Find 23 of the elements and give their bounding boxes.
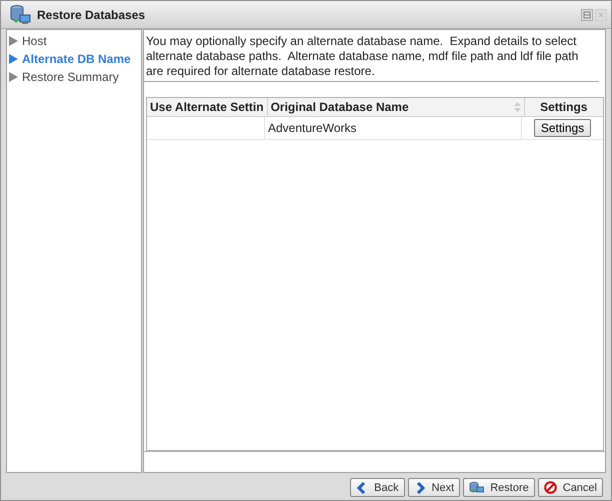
table-cell: AdventureWorks [265,117,522,139]
step-item[interactable]: Host [7,32,141,50]
sort-icon [514,102,521,112]
close-icon[interactable] [595,8,607,20]
cancel-button[interactable]: Cancel [538,478,603,497]
step-label: Restore Summary [22,70,119,84]
description-text: You may optionally specify an alternate database name. Expand details to select alternate database paths. Alternate database name, mdf file path and ldf file path are required for alternate database restore. [144,30,599,82]
step-item[interactable]: Restore Summary [7,68,141,86]
database-icon [9,4,31,26]
step-item[interactable]: Alternate DB Name [7,50,141,68]
next-button[interactable]: Next [408,478,460,497]
database-icon [469,481,484,494]
window-title: Restore Databases [37,8,146,22]
maximize-icon[interactable] [581,8,593,20]
step-label: Host [22,34,47,48]
column-header[interactable]: Settings [524,98,603,116]
column-header[interactable]: Original Database Name [268,98,525,116]
cancel-icon [544,481,557,494]
settings-button[interactable]: Settings [534,119,592,137]
back-button[interactable]: Back [350,478,405,497]
step-label: Alternate DB Name [22,52,131,66]
column-header[interactable]: Use Alternate Settin [147,98,268,116]
restore-button[interactable]: Restore [463,478,535,497]
